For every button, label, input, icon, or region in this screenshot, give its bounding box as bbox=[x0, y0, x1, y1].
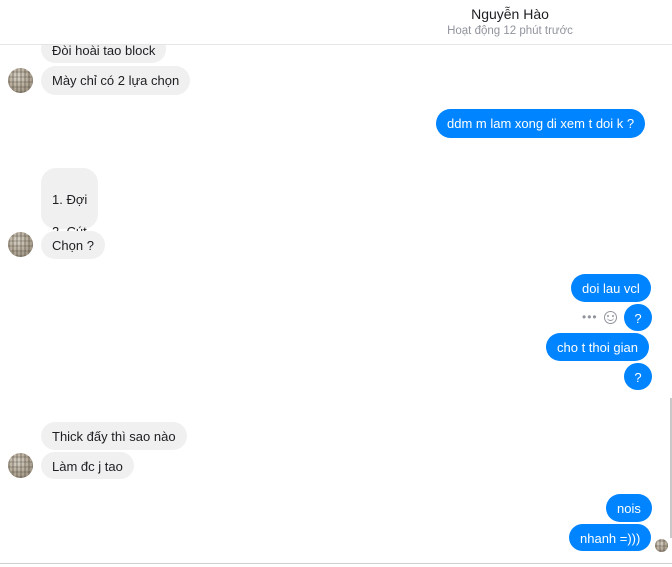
more-dots-icon[interactable]: ••• bbox=[582, 310, 598, 324]
outgoing-message[interactable]: ddm m lam xong di xem t doi k ? bbox=[436, 109, 646, 138]
message-text: ? bbox=[634, 370, 642, 385]
outgoing-message[interactable]: ? bbox=[624, 363, 652, 390]
message-text: ? bbox=[634, 311, 642, 326]
message-text: Mày chỉ có 2 lựa chọn bbox=[52, 73, 180, 88]
incoming-message[interactable]: Thick đấy thì sao nào bbox=[41, 422, 187, 450]
incoming-message[interactable]: Làm đc j tao bbox=[41, 452, 134, 479]
message-text: cho t thoi gian bbox=[557, 340, 638, 355]
outgoing-message[interactable]: nhanh =))) bbox=[569, 524, 652, 551]
outgoing-message[interactable]: ? bbox=[624, 304, 652, 331]
outgoing-message[interactable]: cho t thoi gian bbox=[546, 333, 649, 361]
contact-avatar[interactable] bbox=[8, 232, 33, 257]
message-text: ddm m lam xong di xem t doi k ? bbox=[447, 116, 635, 131]
incoming-message[interactable]: 1. Đợi 2. Cút bbox=[41, 168, 99, 239]
outgoing-message[interactable]: nois bbox=[606, 494, 652, 522]
contact-avatar[interactable] bbox=[8, 453, 33, 478]
message-text: doi lau vcl bbox=[582, 281, 640, 296]
outgoing-message[interactable]: doi lau vcl bbox=[571, 274, 651, 302]
contact-avatar[interactable] bbox=[8, 68, 33, 93]
divider bbox=[0, 563, 672, 564]
message-text: Đòi hoài tao block bbox=[52, 43, 156, 58]
message-text: Thick đấy thì sao nào bbox=[52, 429, 176, 444]
incoming-message[interactable]: Chọn ? bbox=[41, 231, 105, 259]
contact-name[interactable]: Nguyễn Hào bbox=[410, 6, 610, 22]
message-text: Chọn ? bbox=[52, 238, 94, 253]
active-status: Hoạt động 12 phút trước bbox=[447, 25, 573, 37]
conversation-header: Nguyễn Hào Hoạt động 12 phút trước bbox=[0, 0, 672, 45]
smiley-icon[interactable] bbox=[603, 310, 617, 324]
incoming-message[interactable]: Mày chỉ có 2 lựa chọn bbox=[41, 66, 191, 95]
message-text: nhanh =))) bbox=[580, 531, 641, 546]
seen-receipt-avatar bbox=[655, 539, 668, 552]
message-text: Làm đc j tao bbox=[52, 459, 123, 474]
message-text: nois bbox=[617, 501, 641, 516]
message-actions: ••• bbox=[582, 308, 617, 326]
